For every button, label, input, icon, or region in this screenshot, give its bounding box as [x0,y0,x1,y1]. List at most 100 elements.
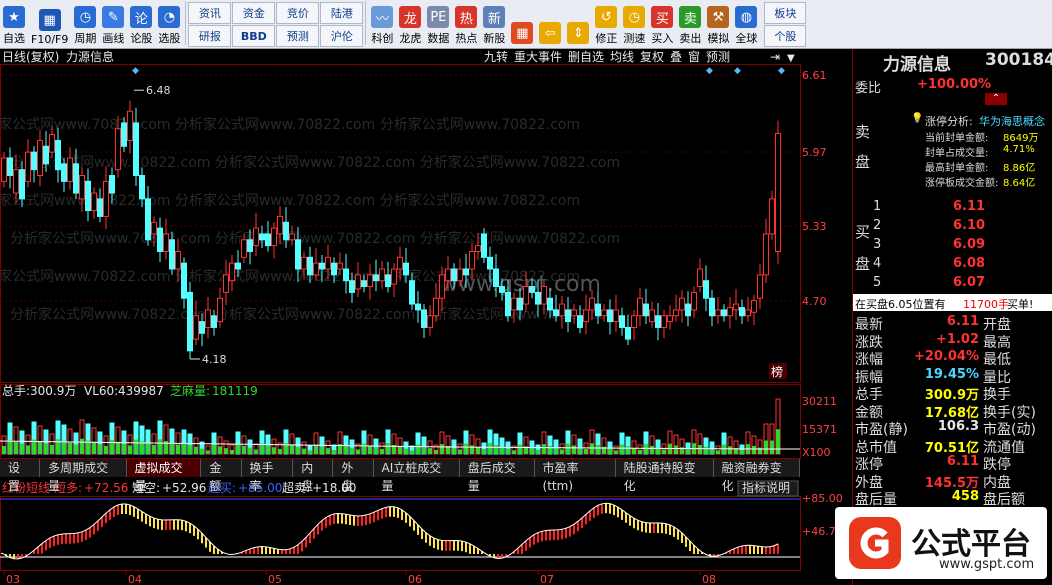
toolbar-button-label: 热点 [455,32,478,45]
zhima-bar [230,449,234,454]
candle [553,309,559,317]
quote-value: 300.9万 [924,388,979,403]
candle [55,139,61,171]
month-label: 05 [268,573,282,585]
candle [523,286,529,305]
candle [439,274,445,299]
chart-header-button-3[interactable]: 均线 [610,50,634,64]
kline-chart[interactable]: 日线(复权) 力源信息 九转 重大事件 删自选 均线 复权叠窗预测 ⇥ ▼ 分析家公式网www.7… [0,49,851,585]
tab-7[interactable]: AI立桩成交量 [374,459,460,493]
toolbar-lunguo-button[interactable]: 论论股 [127,0,155,46]
tab-8[interactable]: 盘后成交量 [460,459,535,493]
dropdown-icon[interactable]: ▼ [787,53,795,64]
event-diamond-icon[interactable]: ◆ [706,66,713,76]
toolbar-grid-6[interactable]: 预测 [276,25,320,47]
watermark-text: 分析家公式网www.70822.com 分析家公式网www.70822.com … [10,230,620,247]
tab-3[interactable]: 金额 [201,459,242,493]
event-diamond-icon[interactable]: ◆ [132,66,139,76]
tab-4[interactable]: 换手率 [242,459,294,493]
toolbar-grid-7[interactable]: 沪伦 [320,25,364,47]
tab-5[interactable]: 内盘 [293,459,334,493]
chart-header-button-1[interactable]: 重大事件 [514,50,562,64]
toolbar-hot-button[interactable]: 热热点 [452,0,480,46]
chart-header-button-7[interactable]: 预测 [706,50,730,64]
month-label: 04 [128,573,142,585]
candle [235,262,241,270]
toolbar-test-button[interactable]: ◷ 测速 [620,0,648,46]
candle [487,256,493,270]
tab-1[interactable]: 多周期成交量 [40,459,127,493]
back-icon: ⇦ [539,22,562,44]
sealbar-text-b: 11700手 [963,298,1009,311]
sealbar-text-a: 在买盘6.05位置有 [855,298,946,311]
candle [763,233,769,276]
chart-header-button-5[interactable]: 叠 [670,50,682,64]
up-down-icon: ⇕ [567,22,590,44]
zhima-bar [362,443,366,454]
toolbar-board-0[interactable]: 板块 [764,2,807,24]
tab-10[interactable]: 陆股通持股变化 [616,459,714,493]
zhima-bar [302,448,306,454]
toolbar-grid-0[interactable]: 资讯 [188,2,232,24]
short-empty-value: +52.96 [162,481,206,495]
limit-analysis-title: 涨停分析: [925,115,973,128]
toolbar-buy-button[interactable]: 买买入 [648,0,676,46]
toolbar-grid-2[interactable]: 竞价 [276,2,320,24]
toolbar-button-label: 周期 [74,32,97,45]
sell-label-1: 卖 [855,123,871,141]
limit-concept-link[interactable]: 华为海思概念 [979,113,1045,129]
test-icon: ◷ [623,6,646,28]
toolbar-board-1[interactable]: 个股 [764,25,807,47]
candle [319,262,325,270]
toolbar-revise-button[interactable]: ↺ 修正 [592,0,620,46]
toolbar-grid-1[interactable]: 资金 [232,2,276,24]
toolbar-period-button[interactable]: ◷ 周期 [71,0,99,46]
chart-header-button-2[interactable]: 删自选 [568,50,604,64]
toolbar-longhu-button[interactable]: 龙龙虎 [396,0,424,46]
toolbar-grid-5[interactable]: BBD [232,25,276,47]
buy-icon: 买 [651,6,674,28]
toolbar-grid-4[interactable]: 研报 [188,25,232,47]
toolbar-pick-button[interactable]: ◔ 选股 [155,0,183,46]
chart-header-button-0[interactable]: 九转 [484,49,508,64]
event-diamond-icon[interactable]: ◆ [734,66,741,76]
toolbar-draw-button[interactable]: ✎ 画线 [99,0,127,46]
toolbar-auto-select-button[interactable]: ★ 自选 [0,0,28,46]
quote-value: 6.11 [946,454,979,469]
zhima-bar [632,448,636,454]
toolbar-back-button[interactable]: ⇦ [536,0,564,46]
candle [571,309,577,317]
toolbar-global-button[interactable]: ◍ 全球 [732,0,760,46]
toolbar-layout-button[interactable]: ▦ [508,0,536,46]
toolbar-simulate-button[interactable]: ⚒ 模拟 [704,0,732,46]
tab-2[interactable]: 虚拟成交量 [126,459,202,493]
pin-icon[interactable]: ⇥ [770,50,780,64]
toolbar-quick-grid: 资讯 资金 竞价 陆港研报 BBD 预测 沪伦 [188,2,364,47]
chart-header-button-6[interactable]: 窗 [688,50,700,64]
watermark-text: 分析家公式网www.70822.com 分析家公式网www.70822.com … [10,306,620,323]
tab-11[interactable]: 融资融券变化 [714,459,800,493]
chart-header-button-4[interactable]: 复权 [640,50,664,64]
candle [331,262,337,276]
candle [757,274,763,299]
tab-6[interactable]: 外盘 [333,459,374,493]
toolbar-button-label: F10/F9 [31,33,69,46]
candle [409,280,415,305]
tab-9[interactable]: 市盈率(ttm) [535,459,616,493]
toolbar-button-label: 测速 [623,32,646,45]
toolbar-sell-button[interactable]: 卖卖出 [676,0,704,46]
zhima-bar [242,445,246,454]
event-diamond-icon[interactable]: ◆ [778,66,785,76]
toolbar-separator [185,1,187,45]
tab-0[interactable]: 设置 [0,459,41,493]
candle [481,233,487,258]
toolbar-keji-button[interactable]: 〰科创 [368,0,396,46]
toolbar-up-down-button[interactable]: ⇕ [564,0,592,46]
toolbar-newstock-button[interactable]: 新新股 [480,0,508,46]
zhima-bar [182,443,186,454]
toolbar-f10-button[interactable]: ▦ F10/F9 [28,0,71,46]
collapse-icon[interactable]: ⌃ [985,93,1007,105]
toolbar-data-button[interactable]: PE 数据 [424,0,452,46]
toolbar-grid-3[interactable]: 陆港 [320,2,364,24]
toolbar-separator [365,1,367,45]
